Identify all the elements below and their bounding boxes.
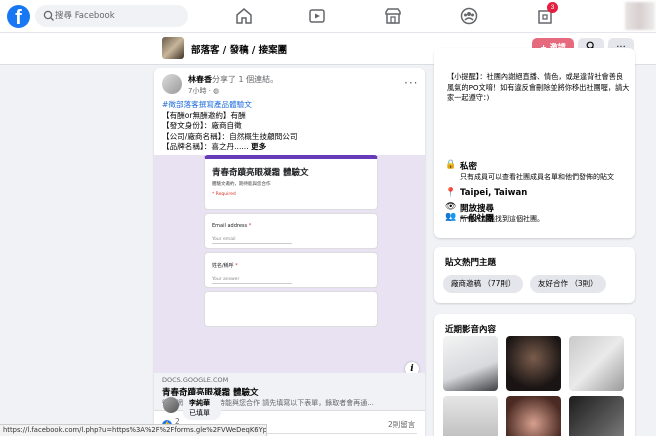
comment-text: 已填單 xyxy=(189,409,210,417)
marketplace-icon[interactable] xyxy=(383,6,403,26)
location-pin-icon: 📍 xyxy=(445,188,457,198)
media-thumbnail[interactable] xyxy=(506,396,561,436)
form-description: 體驗文邀約，期待能與您合作 xyxy=(212,182,271,187)
eye-icon: 👁 xyxy=(445,202,457,212)
google-form-preview: 青春奇蹟亮眼凝霜 體驗文 體驗文邀約，期待能與您合作 * Required Em… xyxy=(204,155,378,330)
location-text[interactable]: Taipei, Taiwan xyxy=(460,188,527,198)
home-icon[interactable] xyxy=(234,6,254,26)
group-rules-text: 【小提醒】：社團內謝絕直播、情色，或是違背社會善良風氣的PO文唷！如有違反會刪除… xyxy=(447,72,630,102)
form-field-card: 姓名/稱呼 * Your answer xyxy=(204,252,378,288)
topic-chip[interactable]: 友好合作 （3則） xyxy=(530,275,606,293)
watch-icon[interactable] xyxy=(307,6,327,26)
comment-bubble: 李純華 已填單 xyxy=(183,395,221,420)
lock-icon: 🔒 xyxy=(445,160,457,170)
topics-heading: 貼文熱門主題 xyxy=(445,258,497,268)
form-field-card xyxy=(204,291,378,327)
form-required-note: * Required xyxy=(212,192,236,197)
post-author-line: 林春香分享了 1 個連結。 xyxy=(188,74,278,85)
post-hashtag[interactable]: #徵部落客撰寫產品體驗文 xyxy=(162,100,422,111)
form-field-input: Your email xyxy=(212,237,292,244)
search-input[interactable] xyxy=(55,8,180,24)
public-globe-icon: ◍ xyxy=(213,87,220,95)
people-icon: 👥 xyxy=(445,212,457,222)
form-title-card: 青春奇蹟亮眼凝霜 體驗文 體驗文邀約，期待能與您合作 * Required xyxy=(204,155,378,210)
group-name[interactable]: 部落客 / 發稿 / 接案團 xyxy=(191,42,287,56)
post-time[interactable]: 7小時 · ◍ xyxy=(188,86,219,96)
form-title: 青春奇蹟亮眼凝霜 體驗文 xyxy=(212,168,309,178)
post-options-button[interactable]: ··· xyxy=(404,76,418,90)
popular-topics-card: 貼文熱門主題 廠商邀稿 （77則） 友好合作 （3則） xyxy=(434,247,635,303)
post-line: 【有酬or無酬邀約】有酬 xyxy=(162,110,246,120)
form-field-card: Email address * Your email xyxy=(204,213,378,249)
post-card: 林春香分享了 1 個連結。 7小時 · ◍ ··· #徵部落客撰寫產品體驗文 【… xyxy=(154,68,425,436)
author-name[interactable]: 林春香 xyxy=(188,75,212,84)
post-line: 【發文身份】：廠商自徵 xyxy=(162,121,242,131)
browser-status-bar: https://l.facebook.com/l.php?u=https%3A%… xyxy=(0,424,267,436)
media-thumbnail[interactable] xyxy=(569,336,624,391)
info-icon[interactable]: i xyxy=(405,362,419,373)
commenter-name[interactable]: 李純華 xyxy=(189,398,215,408)
recent-media-card: 近期影音內容 xyxy=(434,314,635,436)
author-avatar[interactable] xyxy=(162,74,182,94)
post-line: 【公司/廠商名稱】：自然概生技顧問公司 xyxy=(162,131,298,141)
top-navbar: f 3 xyxy=(0,0,656,33)
privacy-description: 只有成員可以查看社團成員名單和他們發佈的貼文 xyxy=(460,173,614,181)
media-thumbnail[interactable] xyxy=(569,396,624,436)
gaming-icon[interactable]: 3 xyxy=(535,2,558,26)
group-cover-thumbnail[interactable] xyxy=(162,37,184,59)
form-field-input: Your answer xyxy=(212,277,292,284)
form-field-label: Email address * xyxy=(212,223,252,229)
post-text: #徵部落客撰寫產品體驗文 【有酬or無酬邀約】有酬 【發文身份】：廠商自徵 【公… xyxy=(162,100,422,153)
blurred-profile-area xyxy=(625,2,655,30)
media-thumbnail[interactable] xyxy=(506,336,561,391)
link-domain: DOCS.GOOGLE.COM xyxy=(162,376,229,384)
post-line: 【品牌名稱】：喜之丹...... 更多 xyxy=(162,142,267,152)
notification-badge: 3 xyxy=(547,2,558,13)
group-type-text: 一般社團 xyxy=(460,214,495,224)
search-icon xyxy=(43,10,54,21)
see-more-link[interactable]: 更多 xyxy=(251,142,266,151)
facebook-logo[interactable]: f xyxy=(7,5,30,28)
post-action: 分享了 1 個連結。 xyxy=(212,75,279,84)
media-heading: 近期影音內容 xyxy=(445,325,497,335)
form-field-label: 姓名/稱呼 * xyxy=(212,263,238,269)
topic-chip[interactable]: 廠商邀稿 （77則） xyxy=(443,275,524,293)
link-preview-image[interactable]: 青春奇蹟亮眼凝霜 體驗文 體驗文邀約，期待能與您合作 * Required Em… xyxy=(154,155,425,373)
privacy-title: 私密 xyxy=(460,162,478,172)
about-card: 【小提醒】：社團內謝絕直播、情色，或是違背社會善良風氣的PO文唷！如有違反會刪除… xyxy=(434,48,635,238)
media-thumbnail[interactable] xyxy=(443,396,498,436)
media-thumbnail[interactable] xyxy=(443,336,498,391)
search-box[interactable] xyxy=(35,5,188,27)
commenter-avatar[interactable] xyxy=(163,397,179,413)
comment-count[interactable]: 2則留言 xyxy=(388,419,415,430)
groups-icon[interactable] xyxy=(459,6,479,26)
